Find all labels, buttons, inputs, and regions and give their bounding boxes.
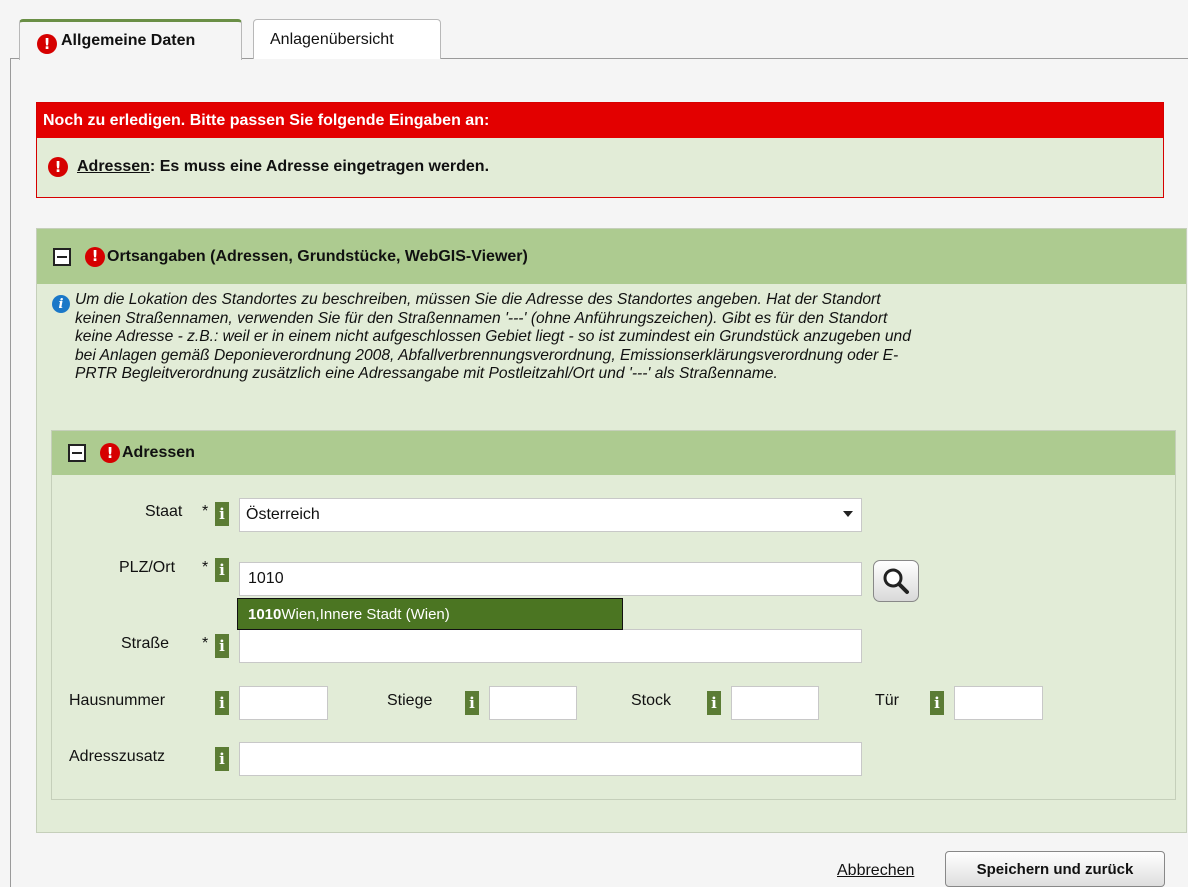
error-message: : Es muss eine Adresse eingetragen werde…: [149, 158, 490, 175]
adresszusatz-input[interactable]: [239, 742, 862, 776]
stiege-label: Stiege: [387, 692, 433, 709]
staat-label: Staat: [145, 503, 183, 520]
chevron-down-icon: [843, 511, 853, 517]
search-button[interactable]: [873, 560, 919, 602]
adresszusatz-label: Adresszusatz: [69, 748, 166, 765]
tab-label: Allgemeine Daten: [61, 32, 196, 49]
error-icon: !: [37, 34, 57, 54]
stiege-input[interactable]: [489, 686, 577, 720]
error-icon: !: [100, 443, 120, 463]
required-marker: *: [202, 559, 209, 576]
validation-error-box: Noch zu erledigen. Bitte passen Sie folg…: [36, 102, 1164, 198]
plz-label: PLZ/Ort: [119, 559, 176, 576]
info-icon[interactable]: i: [215, 747, 229, 771]
error-header: Noch zu erledigen. Bitte passen Sie folg…: [37, 103, 1163, 138]
info-icon[interactable]: i: [215, 558, 229, 582]
error-link-adressen[interactable]: Adressen: [77, 158, 150, 176]
stock-input[interactable]: [731, 686, 819, 720]
required-marker: *: [202, 635, 209, 652]
strasse-input[interactable]: [239, 629, 862, 663]
location-section-header: ! Ortsangaben (Adressen, Grundstücke, We…: [37, 229, 1186, 284]
strasse-label: Straße: [121, 635, 170, 652]
location-section-title: Ortsangaben (Adressen, Grundstücke, WebG…: [107, 247, 528, 265]
info-icon[interactable]: i: [465, 691, 479, 715]
error-icon: !: [85, 246, 105, 267]
collapse-icon[interactable]: [68, 444, 86, 462]
info-icon[interactable]: i: [707, 691, 721, 715]
error-icon: !: [48, 157, 68, 177]
cancel-link[interactable]: Abbrechen: [837, 862, 914, 880]
address-section-title: Adressen: [122, 444, 195, 461]
required-marker: *: [202, 503, 209, 520]
tuer-label: Tür: [875, 692, 899, 709]
plz-input[interactable]: 1010: [239, 562, 862, 596]
tuer-input[interactable]: [954, 686, 1043, 720]
info-icon[interactable]: i: [215, 634, 229, 658]
collapse-icon[interactable]: [53, 247, 71, 266]
autocomplete-option[interactable]: 1010 Wien,Innere Stadt (Wien): [237, 598, 623, 630]
location-info-text: Um die Lokation des Standortes zu beschr…: [75, 291, 911, 382]
stock-label: Stock: [631, 692, 672, 709]
tab-allgemeine-daten[interactable]: ! Allgemeine Daten: [19, 19, 242, 60]
hausnummer-input[interactable]: [239, 686, 328, 720]
error-item: ! Adressen : Es muss eine Adresse einget…: [37, 138, 1163, 196]
address-section-header: ! Adressen: [52, 431, 1175, 475]
magnifier-icon: [883, 568, 909, 594]
tab-label: Anlagenübersicht: [270, 30, 394, 48]
info-icon[interactable]: i: [215, 691, 229, 715]
hausnummer-label: Hausnummer: [69, 692, 166, 709]
location-section: ! Ortsangaben (Adressen, Grundstücke, We…: [36, 228, 1187, 833]
info-icon[interactable]: i: [215, 502, 229, 526]
tab-anlagenuebersicht[interactable]: Anlagenübersicht: [253, 19, 441, 59]
info-icon[interactable]: i: [930, 691, 944, 715]
save-button[interactable]: Speichern und zurück: [945, 851, 1165, 887]
staat-select[interactable]: Österreich: [239, 498, 862, 532]
